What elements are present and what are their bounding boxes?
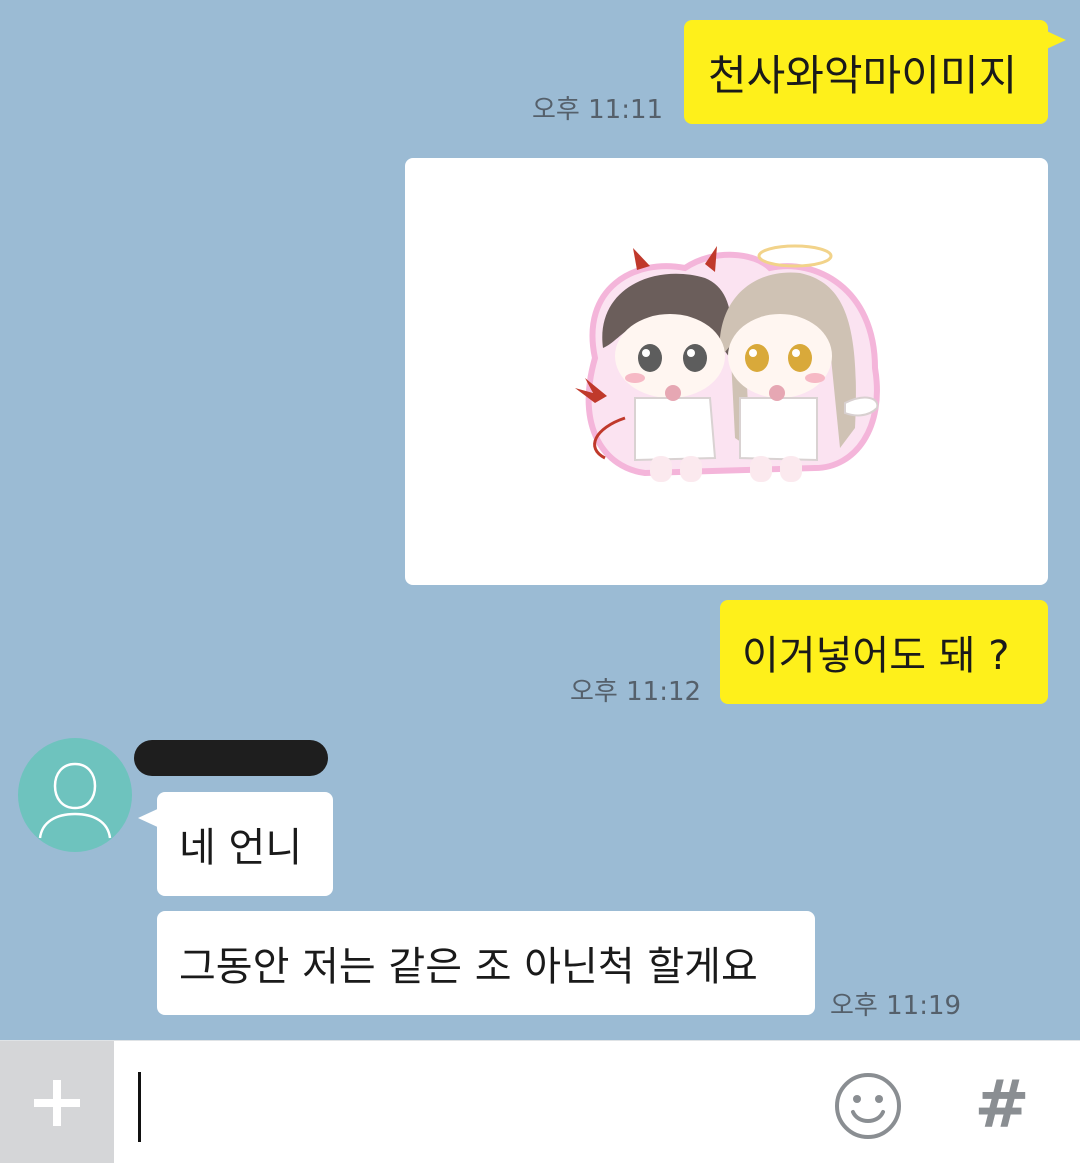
- text-cursor: [138, 1072, 141, 1142]
- incoming-message[interactable]: 그동안 저는 같은 조 아닌척 할게요: [157, 911, 815, 1015]
- chat-area[interactable]: 오후 11:11 천사와악마이미지 오후 11:12 이거넣어도 돼 ? 네 언…: [0, 0, 1080, 1040]
- outgoing-message[interactable]: 이거넣어도 돼 ?: [720, 600, 1048, 704]
- message-time: 오후 11:11: [532, 95, 664, 125]
- message-time: 오후 11:19: [830, 991, 962, 1021]
- hashtag-search-button[interactable]: #: [970, 1066, 1034, 1143]
- chibi-angel-and-devil-sticker: [575, 244, 880, 482]
- outgoing-message[interactable]: 천사와악마이미지: [684, 20, 1048, 124]
- image-message[interactable]: [405, 158, 1048, 585]
- default-profile-icon: [38, 762, 112, 839]
- sender-name-redacted: [134, 740, 328, 776]
- message-input[interactable]: [126, 1061, 806, 1147]
- attach-button[interactable]: [0, 1041, 114, 1163]
- message-time: 오후 11:12: [570, 677, 702, 707]
- smiley-icon: [835, 1073, 901, 1139]
- message-input-bar: [0, 1040, 1080, 1163]
- emoji-button[interactable]: [832, 1070, 904, 1142]
- incoming-message[interactable]: 네 언니: [157, 792, 333, 896]
- plus-icon: [34, 1079, 80, 1126]
- avatar[interactable]: [18, 738, 132, 852]
